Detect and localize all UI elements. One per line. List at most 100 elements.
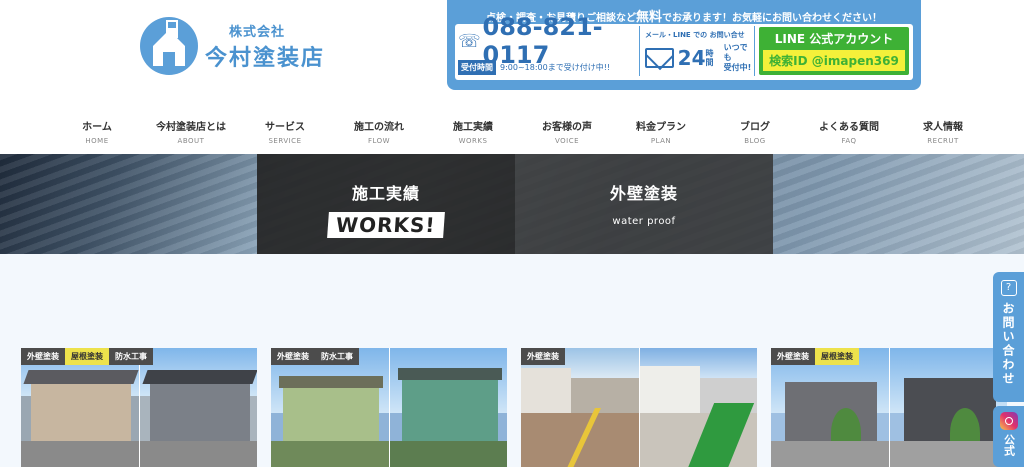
after-photo [389, 348, 507, 467]
nav-sublabel: WORKS [458, 137, 488, 145]
nav-sublabel: ABOUT [177, 137, 205, 145]
banner-post: でお承ります！お気軽にお問い合わせください！ [662, 13, 882, 24]
mail-anytime: いつでも 受付中! [724, 43, 754, 73]
nav-sublabel: FAQ [841, 137, 857, 145]
nav-sublabel: HOME [85, 137, 109, 145]
side-contact-label: お問い合わせ [1001, 302, 1015, 386]
before-photo [21, 348, 139, 467]
nav-label: ブログ [740, 122, 770, 133]
work-card[interactable]: 外壁塗装 防水工事 [271, 348, 507, 467]
tag: 防水工事 [109, 348, 153, 365]
nav-label: 料金プラン [636, 122, 686, 133]
side-instagram-label: 公式 [1002, 434, 1016, 456]
photo-ground [390, 440, 507, 467]
hero-category-sub: water proof [612, 216, 676, 227]
nav-sublabel: RECRUT [927, 137, 959, 145]
tel-area[interactable]: ☏ 088-821-0117 受付時間 9:00~18:00まで受け付け中!! [458, 13, 640, 76]
photo-ground [271, 440, 389, 467]
nav-sublabel: VOICE [554, 137, 580, 145]
mail-jikan: 時間 [705, 49, 714, 67]
nav-works[interactable]: 施工実績 WORKS [426, 118, 520, 148]
nav-voice[interactable]: お客様の声 VOICE [520, 118, 614, 148]
tag: 外壁塗装 [771, 348, 815, 365]
nav-sublabel: PLAN [650, 137, 672, 145]
hero-category-card: 外壁塗装 water proof [515, 154, 773, 254]
photo-ground [771, 440, 889, 467]
work-card[interactable]: 外壁塗装 屋根塗装 [771, 348, 1007, 467]
photo-ground [21, 440, 139, 467]
nav-label: 施工の流れ [354, 122, 404, 133]
tel-hours-label: 受付時間 [458, 60, 496, 75]
mail-anytime-2: 受付中! [723, 63, 752, 72]
before-photo [521, 348, 639, 467]
side-contact-button[interactable]: ? お問い合わせ [993, 272, 1024, 402]
after-photo [139, 348, 257, 467]
before-photo [771, 348, 889, 467]
main-nav: ホーム HOME 今村塗装店とは ABOUT サービス SERVICE 施工の流れ FL… [50, 118, 990, 148]
photo-roof [142, 370, 257, 384]
logo-sub: 株式会社 [229, 24, 286, 40]
nav-home[interactable]: ホーム HOME [50, 118, 144, 148]
tag: 外壁塗装 [521, 348, 565, 365]
tag: 屋根塗装 [815, 348, 859, 365]
nav-faq[interactable]: よくある質問 FAQ [802, 118, 896, 148]
hero-works-logo: WORKS! [327, 212, 445, 238]
nav-plan[interactable]: 料金プラン PLAN [614, 118, 708, 148]
mail-anytime-1: いつでも [723, 43, 748, 62]
photo-ground [140, 440, 257, 467]
mail-area[interactable]: メール・LINE での お問い合せ 24 時間 いつでも 受付中! [645, 26, 755, 76]
nav-label: ホーム [82, 122, 112, 133]
nav-label: サービス [265, 122, 305, 133]
nav-sublabel: SERVICE [268, 137, 302, 145]
nav-recruit[interactable]: 求人情報 RECRUT [896, 118, 990, 148]
banner-free: 無料 [635, 10, 662, 25]
tag: 屋根塗装 [65, 348, 109, 365]
photo-ground [890, 440, 1007, 467]
work-tags: 外壁塗装 防水工事 [271, 348, 359, 365]
side-instagram-button[interactable]: 公式 [993, 406, 1024, 467]
tag: 外壁塗装 [271, 348, 315, 365]
nav-sublabel: FLOW [367, 137, 391, 145]
work-card[interactable]: 外壁塗装 屋根塗装 防水工事 [21, 348, 257, 467]
question-icon: ? [1000, 280, 1017, 296]
logo-main: 今村塗装店 [205, 45, 326, 71]
mail-24: 24 [677, 46, 706, 70]
work-tags: 外壁塗装 屋根塗装 [771, 348, 859, 365]
instagram-icon [999, 412, 1018, 430]
tag: 外壁塗装 [21, 348, 65, 365]
tag: 防水工事 [315, 348, 359, 365]
before-photo [271, 348, 389, 467]
nav-about[interactable]: 今村塗装店とは ABOUT [144, 118, 238, 148]
nav-blog[interactable]: ブログ BLOG [708, 118, 802, 148]
line-button[interactable]: LINE 公式アカウント 検索ID @imapen369 [759, 27, 909, 75]
hero-works-card: 施工実績 WORKS! [257, 154, 515, 254]
nav-service[interactable]: サービス SERVICE [238, 118, 332, 148]
photo-roof [279, 376, 383, 388]
nav-label: よくある質問 [819, 122, 879, 133]
tel-hours-text: 9:00~18:00まで受け付け中!! [500, 63, 611, 72]
logo-house-icon [140, 17, 198, 75]
line-title: LINE 公式アカウント [774, 32, 894, 46]
after-photo [639, 348, 757, 467]
site-logo[interactable]: 株式会社 今村塗装店 [139, 16, 339, 76]
tel-number-row[interactable]: ☏ 088-821-0117 [458, 13, 639, 69]
mail-icon [645, 48, 674, 68]
hero-category-title: 外壁塗装 [609, 184, 678, 203]
nav-label: 求人情報 [923, 122, 963, 133]
hero-banner: 施工実績 WORKS! 外壁塗装 water proof [0, 154, 1024, 254]
nav-flow[interactable]: 施工の流れ FLOW [332, 118, 426, 148]
tel-number[interactable]: 088-821-0117 [483, 13, 639, 69]
mail-title: メール・LINE での お問い合せ [645, 31, 745, 39]
hero-works-title: 施工実績 [351, 184, 420, 203]
logo-text: 株式会社 今村塗装店 [205, 21, 325, 72]
photo-roof [23, 370, 139, 384]
work-tags: 外壁塗装 [521, 348, 565, 365]
work-card[interactable]: 外壁塗装 [521, 348, 757, 467]
line-id: 検索ID @imapen369 [763, 50, 905, 71]
photo-house [31, 378, 131, 448]
contact-block: 点検・調査・お見積りご相談など無料でお承ります！お気軽にお問い合わせください！ … [447, 0, 921, 90]
contact-box: ☏ 088-821-0117 受付時間 9:00~18:00まで受け付け中!! … [455, 13, 913, 80]
nav-label: 施工実績 [453, 122, 493, 133]
nav-sublabel: BLOG [744, 137, 766, 145]
phone-icon: ☏ [458, 30, 481, 52]
